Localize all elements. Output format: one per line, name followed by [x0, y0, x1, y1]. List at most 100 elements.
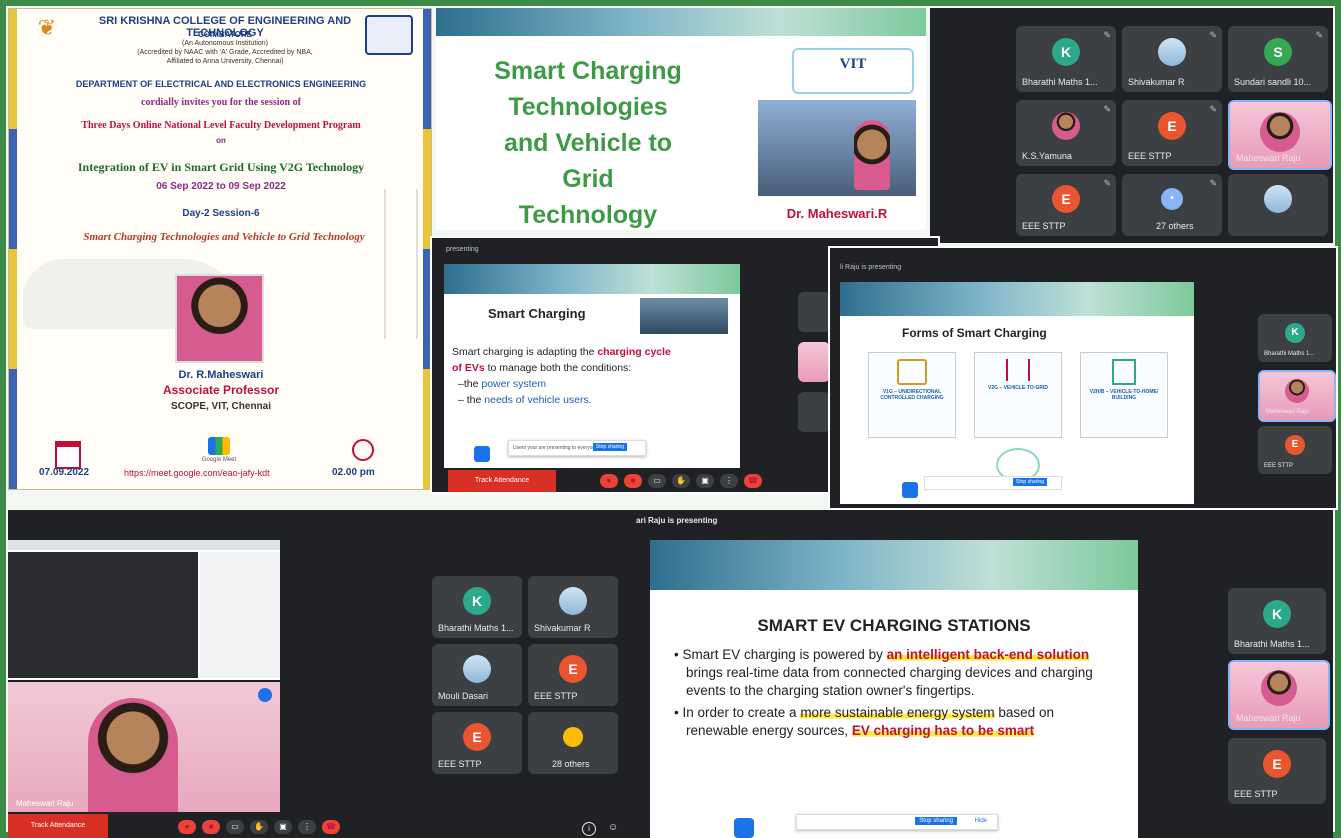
- session-date: 07.09.2022: [39, 467, 90, 478]
- active-speaker-tile[interactable]: Maheswari Raju: [1228, 100, 1332, 170]
- captions-icon[interactable]: ▭: [226, 820, 244, 834]
- avatar: E: [463, 722, 491, 751]
- form-card-v1g: V1G – UNIDIRECTIONAL CONTROLLED CHARGING: [868, 352, 956, 438]
- slide-body: Smart charging is adapting the charging …: [452, 344, 732, 408]
- participant-name: Shivakumar R: [534, 623, 591, 633]
- presenting-banner: ari Raju is presenting: [636, 516, 718, 525]
- meet-share-ev-stations: ari Raju is presenting SMART EV CHARGING…: [636, 510, 1333, 838]
- participant-name: EEE STTP: [438, 759, 482, 769]
- share-toast: Users your are presenting to everyone St…: [508, 440, 646, 456]
- avatar: E: [1285, 435, 1305, 456]
- raise-hand-icon[interactable]: ✋: [250, 820, 268, 834]
- participant-tile[interactable]: Maheswari Raju: [1228, 660, 1330, 730]
- mic-off-icon: ✎: [1103, 104, 1111, 114]
- participant-tile[interactable]: Maheswari Raju: [1258, 370, 1336, 422]
- participant-tile[interactable]: ✎ K Bharathi Maths 1...: [1016, 26, 1116, 92]
- track-attendance-button[interactable]: Track Attendance: [448, 470, 556, 492]
- participant-tile[interactable]: Mouli Dasari: [432, 644, 522, 706]
- vit-badge-icon: [902, 482, 918, 498]
- participant-tile[interactable]: ✎ Shivakumar R: [1122, 26, 1222, 92]
- charger-icon: [897, 359, 927, 385]
- camera-toggle-icon[interactable]: ■: [624, 474, 642, 488]
- participant-tile[interactable]: E EEE STTP: [1258, 426, 1332, 474]
- mic-toggle-icon[interactable]: ●: [178, 820, 196, 834]
- card-label: V1G – UNIDIRECTIONAL CONTROLLED CHARGING: [880, 389, 944, 401]
- others-tile[interactable]: ✎ • 27 others: [1122, 174, 1222, 236]
- mic-off-icon: ✎: [1103, 30, 1111, 40]
- participant-tile[interactable]: [798, 342, 830, 382]
- participant-name: EEE STTP: [1264, 463, 1294, 469]
- participant-tile[interactable]: ✎ S Sundari sandli 10...: [1228, 26, 1328, 92]
- slide-banner: [650, 540, 1138, 590]
- bullet-power-system: –the power system: [452, 376, 732, 392]
- participant-tile[interactable]: E EEE STTP: [528, 644, 618, 706]
- slide-title: Forms of Smart Charging: [902, 326, 1047, 340]
- stop-sharing-button[interactable]: Stop sharing: [915, 817, 957, 825]
- participant-tile[interactable]: [798, 392, 830, 432]
- avatar: K: [1263, 600, 1291, 629]
- leave-call-icon[interactable]: ☎: [322, 820, 340, 834]
- participant-tile[interactable]: ✎ K.S.Yamuna: [1016, 100, 1116, 166]
- stop-sharing-button[interactable]: Stop sharing: [1012, 478, 1047, 486]
- hide-button[interactable]: Hide: [975, 818, 987, 824]
- body-line: of EVs to manage both the conditions:: [452, 360, 732, 376]
- participant-name: Maheswari Raju: [1236, 153, 1301, 163]
- card-label: V2H/B – VEHICLE-TO-HOME/ BUILDING: [1089, 389, 1159, 401]
- present-icon[interactable]: ▣: [274, 820, 292, 834]
- program-text: Three Days Online National Level Faculty…: [81, 120, 361, 131]
- participant-tile[interactable]: ✎ E EEE STTP: [1122, 100, 1222, 166]
- captions-icon[interactable]: ▭: [648, 474, 666, 488]
- stop-sharing-button[interactable]: Stop sharing: [592, 443, 627, 451]
- bullet-backend: • Smart EV charging is powered by an int…: [674, 647, 1093, 698]
- vit-badge-icon: [474, 446, 490, 462]
- body-text-emphasis: needs of vehicle users.: [484, 394, 592, 406]
- participant-tile[interactable]: E EEE STTP: [1228, 738, 1326, 804]
- invitation-poster: ❦ SRI KRISHNA COLLEGE OF ENGINEERING AND…: [8, 8, 432, 490]
- more-options-icon[interactable]: ⋮: [720, 474, 738, 488]
- avatar: [1260, 111, 1300, 152]
- others-avatars-icon: [563, 726, 583, 747]
- avatar: E: [1052, 184, 1080, 213]
- leave-call-icon[interactable]: ☎: [744, 474, 762, 488]
- present-icon[interactable]: ▣: [696, 474, 714, 488]
- meet-grid-top: ✎ K Bharathi Maths 1... ✎ Shivakumar R ✎ S Su…: [930, 8, 1333, 243]
- title-slide: Smart Charging Technologies and Vehicle …: [436, 8, 926, 230]
- slide-content: Smart Charging Smart charging is adaptin…: [444, 264, 740, 468]
- body-text-emphasis: of EVs: [452, 362, 485, 374]
- avatar: [463, 654, 491, 683]
- participant-tile[interactable]: K Bharathi Maths 1...: [432, 576, 522, 638]
- participant-tile[interactable]: K Bharathi Maths 1...: [1228, 588, 1326, 654]
- participant-name: Mouli Dasari: [438, 691, 489, 701]
- pin-icon[interactable]: [258, 688, 272, 702]
- info-icon[interactable]: i: [582, 822, 596, 836]
- participant-tile[interactable]: ✎ E EEE STTP: [1016, 174, 1116, 236]
- body-line: Smart charging is adapting the charging …: [452, 344, 732, 360]
- body-text: to manage both the conditions:: [484, 362, 632, 374]
- nested-browser-bar: [8, 540, 280, 550]
- charging-tower-icon: [384, 189, 418, 339]
- title-line: Technology: [518, 201, 658, 229]
- others-tile[interactable]: 28 others: [528, 712, 618, 774]
- mic-toggle-icon[interactable]: ●: [600, 474, 618, 488]
- body-text-emphasis: more sustainable energy system: [800, 705, 995, 720]
- self-name: Maheswari Raju: [16, 799, 74, 808]
- bullet-sustainable: • In order to create a more sustainable …: [674, 705, 1054, 738]
- camera-toggle-icon[interactable]: ■: [202, 820, 220, 834]
- more-options-icon[interactable]: ⋮: [298, 820, 316, 834]
- participant-tile[interactable]: E EEE STTP: [432, 712, 522, 774]
- participant-name: Shivakumar R: [1128, 77, 1185, 87]
- participant-name: Maheswari Raju: [1236, 713, 1301, 723]
- participant-tile[interactable]: [798, 292, 830, 332]
- participant-tile[interactable]: Shivakumar R: [528, 576, 618, 638]
- track-attendance-button[interactable]: Track Attendance: [8, 814, 108, 838]
- raise-hand-icon[interactable]: ✋: [672, 474, 690, 488]
- slide-body: • Smart EV charging is powered by an int…: [672, 646, 1112, 740]
- participant-tile[interactable]: K Bharathi Maths 1...: [1258, 314, 1332, 362]
- participant-tile[interactable]: [1228, 174, 1328, 236]
- participant-name: Bharathi Maths 1...: [1022, 77, 1098, 87]
- people-icon[interactable]: ☺: [608, 822, 622, 834]
- participant-name: EEE STTP: [1128, 151, 1172, 161]
- title-line: Smart Charging: [494, 57, 682, 85]
- topic-text: Integration of EV in Smart Grid Using V2…: [77, 160, 365, 174]
- meet-link[interactable]: https://meet.google.com/eao-jafy-kdt: [124, 468, 354, 478]
